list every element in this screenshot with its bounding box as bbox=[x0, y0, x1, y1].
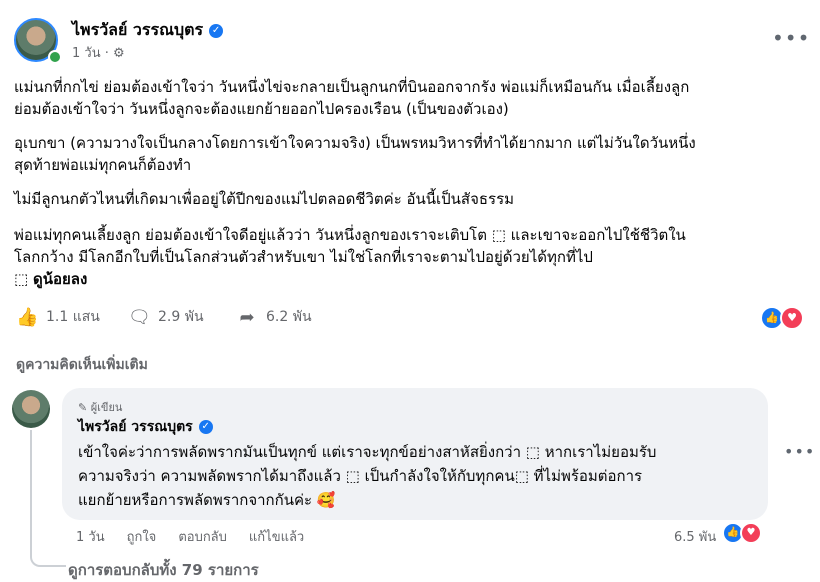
comment-like-button[interactable]: ถูกใจ bbox=[127, 526, 157, 547]
see-less-link[interactable]: ดูน้อยลง bbox=[33, 270, 87, 288]
edited-label: แก้ไขแล้ว bbox=[248, 530, 305, 545]
comment-reply-button[interactable]: ตอบกลับ bbox=[178, 526, 227, 547]
share-count: 6.2 พัน bbox=[266, 309, 312, 325]
love-reaction-icon[interactable]: ♥ bbox=[780, 306, 804, 330]
comment-line: แยกย้ายหรือการพลัดพรากจากกันค่ะ 🥰 bbox=[78, 491, 336, 509]
comment-author[interactable]: ไพรวัลย์ วรรณบุตร ✓ bbox=[78, 416, 213, 438]
verified-badge-icon: ✓ bbox=[209, 23, 224, 38]
reply-thread-line bbox=[30, 430, 66, 567]
post-line: โลกกว้าง มีโลกอีกใบที่เป็นโลกส่วนตัวสำหร… bbox=[14, 248, 593, 266]
pencil-icon: ✎ bbox=[78, 401, 88, 414]
online-status-dot bbox=[48, 50, 62, 64]
comment-count: 2.9 พัน bbox=[158, 309, 204, 325]
post-paragraph-3: ไม่มีลูกนกตัวไหนที่เกิดมาเพื่ออยู่ใต้ปีก… bbox=[14, 188, 804, 210]
comment-action[interactable]: 🗨 2.9 พัน bbox=[128, 306, 204, 328]
comment-love-reaction-icon: ♥ bbox=[740, 522, 762, 544]
post-line: พ่อแม่ทุกคนเลี้ยงลูก ย่อมต้องเข้าใจดีอยู… bbox=[14, 226, 686, 244]
like-action[interactable]: 👍 1.1 แสน bbox=[16, 306, 100, 328]
see-less-row: ⬚ ดูน้อยลง bbox=[14, 268, 804, 290]
post-line: แม่นกที่กกไข่ ย่อมต้องเข้าใจว่า วันหนึ่ง… bbox=[14, 78, 690, 96]
post-line: ไม่มีลูกนกตัวไหนที่เกิดมาเพื่ออยู่ใต้ปีก… bbox=[14, 190, 515, 208]
comment-author-name[interactable]: ไพรวัลย์ วรรณบุตร bbox=[78, 419, 193, 435]
like-count: 1.1 แสน bbox=[46, 309, 100, 325]
post-paragraph-4: พ่อแม่ทุกคนเลี้ยงลูก ย่อมต้องเข้าใจดีอยู… bbox=[14, 224, 804, 290]
more-options-icon[interactable]: ••• bbox=[772, 26, 810, 50]
comment-text: เข้าใจค่ะว่าการพลัดพรากมันเป็นทุกข์ แต่เ… bbox=[78, 440, 656, 512]
comment-icon: 🗨 bbox=[128, 306, 151, 328]
post-meta: 1 วัน · ⚙ bbox=[72, 46, 125, 61]
verified-badge-icon: ✓ bbox=[198, 420, 213, 434]
globe-icon: ⚙ bbox=[113, 46, 125, 61]
post-line: อุเบกขา (ความวางใจเป็นกลางโดยการเข้าใจคว… bbox=[14, 134, 696, 152]
comment-reaction-count[interactable]: 6.5 พัน bbox=[674, 526, 716, 547]
post-time[interactable]: 1 วัน bbox=[72, 46, 101, 61]
post-line: ย่อมต้องเข้าใจว่า วันหนึ่งลูกจะต้องแยกย้… bbox=[14, 100, 509, 118]
comment-actions: 1 วัน ถูกใจ ตอบกลับ แก้ไขแล้ว bbox=[76, 526, 304, 547]
post-paragraph-2: อุเบกขา (ความวางใจเป็นกลางโดยการเข้าใจคว… bbox=[14, 132, 804, 176]
share-action[interactable]: ➦ 6.2 พัน bbox=[236, 306, 312, 328]
comment-line: ความจริงว่า ความพลัดพรากได้มาถึงแล้ว ⬚ เ… bbox=[78, 467, 643, 485]
thumbs-up-icon: 👍 bbox=[16, 306, 39, 328]
comment-line: เข้าใจค่ะว่าการพลัดพรากมันเป็นทุกข์ แต่เ… bbox=[78, 443, 657, 461]
view-all-replies-link[interactable]: ดูการตอบกลับทั้ง 79 รายการ bbox=[68, 558, 259, 582]
commenter-avatar[interactable] bbox=[12, 390, 50, 428]
author-badge: ✎ ผู้เขียน bbox=[78, 398, 122, 416]
author-name[interactable]: ไพรวัลย์ วรรณบุตร bbox=[72, 20, 203, 39]
post-paragraph-1: แม่นกที่กกไข่ ย่อมต้องเข้าใจว่า วันหนึ่ง… bbox=[14, 76, 804, 120]
comment-time[interactable]: 1 วัน bbox=[76, 526, 105, 547]
comment-options-icon[interactable]: ••• bbox=[784, 442, 815, 461]
share-icon: ➦ bbox=[239, 306, 255, 328]
post-line: สุดท้ายพ่อแม่ทุกคนก็ต้องทำ bbox=[14, 156, 192, 174]
emoji-glyph: ⬚ bbox=[14, 270, 29, 288]
comment-bubble: ✎ ผู้เขียน ไพรวัลย์ วรรณบุตร ✓ เข้าใจค่ะว… bbox=[62, 388, 768, 520]
author-badge-label: ผู้เขียน bbox=[90, 401, 123, 414]
post-author[interactable]: ไพรวัลย์ วรรณบุตร ✓ bbox=[72, 18, 224, 43]
view-more-comments-link[interactable]: ดูความคิดเห็นเพิ่มเติม bbox=[16, 354, 148, 376]
